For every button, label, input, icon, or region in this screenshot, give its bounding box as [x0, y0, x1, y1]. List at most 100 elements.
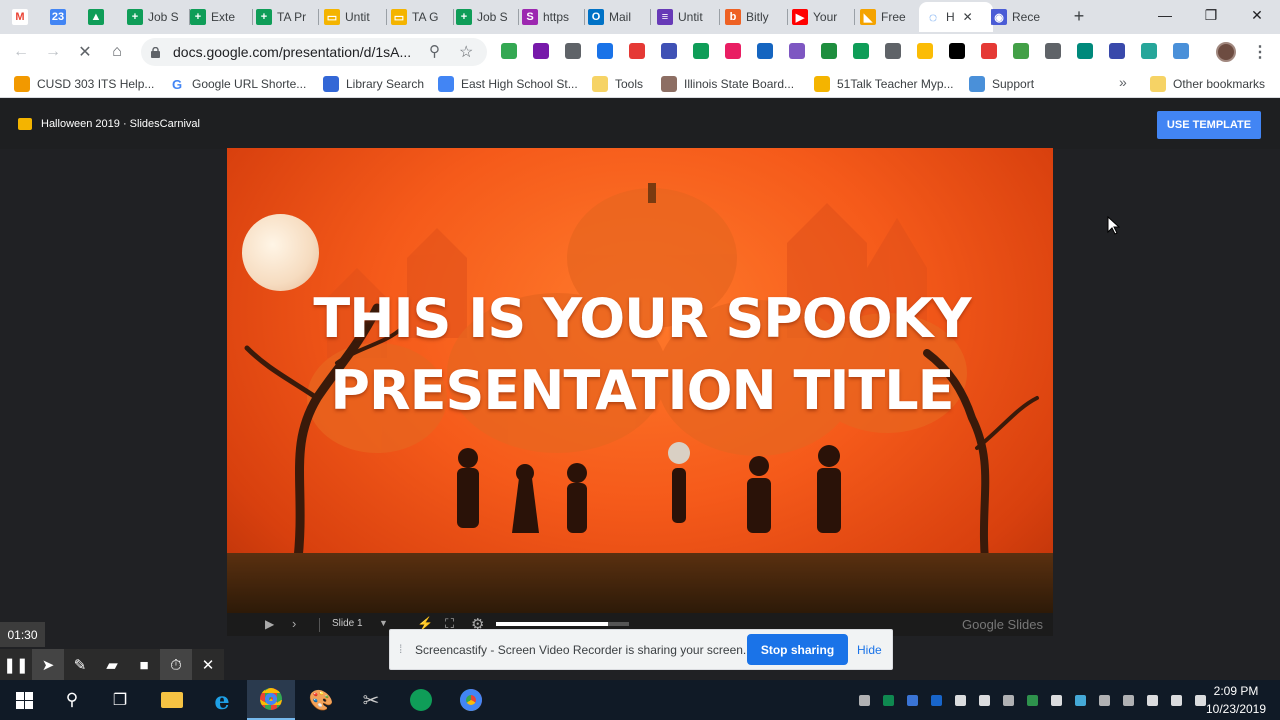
qr-icon[interactable]	[949, 43, 965, 59]
green-badge-icon[interactable]	[880, 692, 896, 708]
chart-icon[interactable]	[1173, 43, 1189, 59]
browser-tab[interactable]: + Job S	[456, 2, 514, 32]
bookmark-item[interactable]: Library Search	[323, 76, 424, 92]
printer-icon[interactable]	[1000, 692, 1016, 708]
timer-icon[interactable]: ⏱	[160, 649, 192, 681]
bookmark-star-icon[interactable]: ☆	[459, 42, 473, 62]
k-icon[interactable]	[1109, 43, 1125, 59]
stop-sharing-button[interactable]: Stop sharing	[747, 634, 848, 665]
drive-icon[interactable]	[693, 43, 709, 59]
eraser-icon[interactable]: ▰	[96, 649, 128, 681]
search-icon[interactable]: ⚲	[48, 680, 96, 720]
drag-handle-icon[interactable]: ⁞	[399, 642, 402, 656]
diamond-icon[interactable]	[597, 43, 613, 59]
browser-tab[interactable]: Shttps	[522, 2, 580, 32]
minimize-icon[interactable]: —	[1142, 0, 1188, 30]
chrome-menu-icon[interactable]: ⋮	[1252, 42, 1268, 62]
chrome-taskbar-icon[interactable]	[247, 680, 295, 720]
forward-icon[interactable]: →	[41, 40, 65, 64]
dropbox-icon[interactable]	[952, 692, 968, 708]
wifi-icon[interactable]	[1168, 692, 1184, 708]
clock-date[interactable]: 10/23/2019	[1204, 702, 1268, 716]
chrome-second-icon[interactable]	[447, 680, 495, 720]
close-tab-icon[interactable]: ✕	[963, 10, 973, 24]
bookmark-item[interactable]: CUSD 303 ITS Help...	[14, 76, 154, 92]
browser-tab[interactable]: + Exte	[190, 2, 248, 32]
slide-canvas[interactable]: THIS IS YOUR SPOOKY PRESENTATION TITLE	[227, 148, 1053, 613]
battery-icon[interactable]	[1144, 692, 1160, 708]
browser-tab[interactable]: ▭ Untit	[324, 2, 382, 32]
browser-tab[interactable]: O Mail	[588, 2, 646, 32]
cast-icon[interactable]	[853, 43, 869, 59]
paint-icon[interactable]: 🎨	[297, 680, 345, 720]
volume-icon[interactable]	[1192, 692, 1208, 708]
bluetooth-icon[interactable]	[1048, 692, 1064, 708]
bookmark-item[interactable]: Support	[969, 76, 1034, 92]
bookmark-item[interactable]: G Google URL Shorte...	[169, 76, 306, 92]
stop-loading-icon[interactable]: ✕	[73, 40, 97, 64]
browser-tab[interactable]: ◌ H ✕	[919, 2, 993, 32]
address-bar[interactable]: docs.google.com/presentation/d/1sA... ⚲ …	[141, 38, 487, 66]
task-view-icon[interactable]: ❐	[96, 680, 144, 720]
browser-tab[interactable]: M	[12, 2, 42, 32]
message-icon[interactable]	[928, 692, 944, 708]
back-icon[interactable]: ←	[9, 40, 33, 64]
t-icon[interactable]	[661, 43, 677, 59]
browser-tab[interactable]: ▭ TA G	[391, 2, 449, 32]
close-icon[interactable]: ✕	[192, 649, 224, 681]
grid-icon[interactable]	[1013, 43, 1029, 59]
browser-tab[interactable]: b Bitly	[725, 2, 783, 32]
slide-number-select[interactable]: Slide 1	[332, 618, 363, 629]
other-bookmarks[interactable]: Other bookmarks	[1150, 76, 1265, 92]
browser-tab[interactable]: ◣ Free	[860, 2, 918, 32]
next-slide-icon[interactable]: ›	[292, 616, 296, 631]
profile-avatar[interactable]	[1216, 42, 1236, 62]
bookmark-item[interactable]: Tools	[592, 76, 643, 92]
browser-tab[interactable]: ◉ Rece	[991, 2, 1049, 32]
hangouts-icon[interactable]	[397, 680, 445, 720]
bookmarks-overflow-icon[interactable]: »	[1119, 74, 1127, 90]
m-icon[interactable]	[1141, 43, 1157, 59]
windows-start-icon[interactable]	[0, 680, 48, 720]
pause-icon[interactable]: ❚❚	[0, 649, 32, 681]
internet-explorer-icon[interactable]: e	[198, 680, 246, 720]
new-tab-icon[interactable]: +	[1069, 6, 1089, 26]
classroom-icon[interactable]	[821, 43, 837, 59]
browser-tab[interactable]: ≡ Untit	[657, 2, 715, 32]
b-icon[interactable]	[917, 43, 933, 59]
link-icon[interactable]	[725, 43, 741, 59]
refresh-icon[interactable]	[1024, 692, 1040, 708]
browser-tab[interactable]: ▲	[88, 2, 118, 32]
clip-icon[interactable]	[565, 43, 581, 59]
gem-icon[interactable]	[789, 43, 805, 59]
close-window-icon[interactable]: ✕	[1234, 0, 1280, 30]
pdf-icon[interactable]	[629, 43, 645, 59]
usb-icon[interactable]	[1120, 692, 1136, 708]
microphone-icon[interactable]	[856, 692, 872, 708]
file-explorer-icon[interactable]	[148, 680, 196, 720]
shield-icon[interactable]	[976, 692, 992, 708]
browser-tab[interactable]: ▶ Your	[792, 2, 850, 32]
use-template-button[interactable]: USE TEMPLATE	[1157, 111, 1261, 139]
chevron-down-icon[interactable]: ▼	[379, 618, 388, 628]
play-icon[interactable]: ▶	[265, 617, 274, 631]
pen-icon[interactable]: ✎	[64, 649, 96, 681]
home-icon[interactable]: ⌂	[105, 40, 129, 64]
pick-icon[interactable]	[885, 43, 901, 59]
ring-icon[interactable]	[1077, 43, 1093, 59]
chrome-tray-icon[interactable]	[904, 692, 920, 708]
pocket-icon[interactable]	[1045, 43, 1061, 59]
snipping-tool-icon[interactable]: ✂	[347, 680, 395, 720]
clock-time[interactable]: 2:09 PM	[1206, 684, 1266, 698]
device-icon[interactable]	[1096, 692, 1112, 708]
zoom-search-icon[interactable]: ⚲	[429, 42, 440, 60]
restore-icon[interactable]: ❐	[1188, 0, 1234, 30]
bookmark-item[interactable]: Illinois State Board...	[661, 76, 794, 92]
bookmark-item[interactable]: East High School St...	[438, 76, 578, 92]
webcam-icon[interactable]: ■	[128, 649, 160, 681]
browser-tab[interactable]: + TA Pr	[256, 2, 314, 32]
window-icon[interactable]	[1072, 692, 1088, 708]
slide-progress-track[interactable]	[496, 622, 629, 626]
shield-icon[interactable]	[757, 43, 773, 59]
bookmark-item[interactable]: 51Talk Teacher Myp...	[814, 76, 954, 92]
